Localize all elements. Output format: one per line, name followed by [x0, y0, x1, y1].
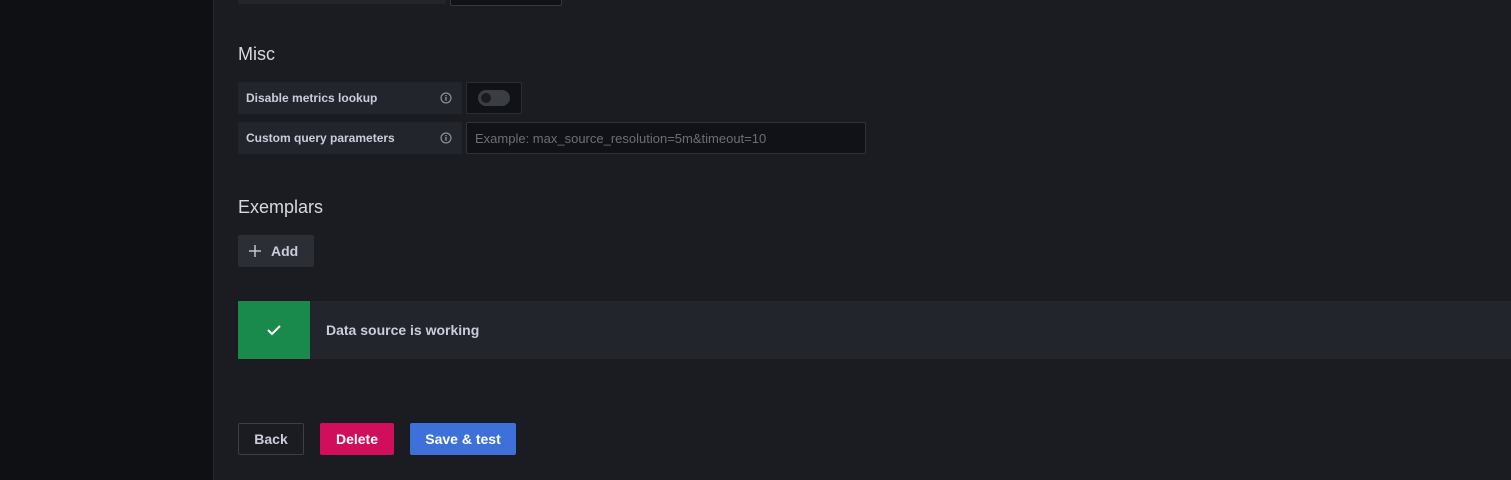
disable-metrics-lookup-label: Disable metrics lookup: [238, 82, 462, 114]
custom-query-parameters-input[interactable]: [466, 122, 866, 154]
info-icon[interactable]: [440, 92, 452, 104]
alert-message: Data source is working: [326, 322, 480, 338]
custom-query-parameters-text: Custom query parameters: [246, 131, 395, 145]
previous-field-input[interactable]: [450, 0, 562, 6]
custom-query-parameters-label: Custom query parameters: [238, 122, 462, 154]
add-exemplar-button[interactable]: Add: [238, 235, 314, 267]
delete-button[interactable]: Delete: [320, 423, 394, 455]
back-button[interactable]: Back: [238, 423, 304, 455]
disable-metrics-lookup-toggle[interactable]: [478, 90, 510, 106]
disable-metrics-lookup-toggle-container: [466, 82, 522, 114]
sidebar: [0, 0, 214, 480]
exemplars-section-title: Exemplars: [238, 197, 324, 217]
misc-section-title: Misc: [238, 44, 275, 64]
previous-field-label: [238, 0, 446, 4]
save-and-test-button[interactable]: Save & test: [410, 423, 516, 455]
main-content: Misc Disable metrics lookup Custom query…: [214, 0, 1511, 480]
add-exemplar-label: Add: [271, 243, 299, 259]
plus-icon: [249, 245, 261, 257]
check-icon: [267, 325, 281, 336]
toggle-knob: [481, 93, 491, 103]
alert-icon-box: [238, 301, 310, 359]
data-source-status-alert: Data source is working: [238, 301, 1511, 359]
disable-metrics-lookup-text: Disable metrics lookup: [246, 91, 378, 105]
info-icon[interactable]: [440, 132, 452, 144]
